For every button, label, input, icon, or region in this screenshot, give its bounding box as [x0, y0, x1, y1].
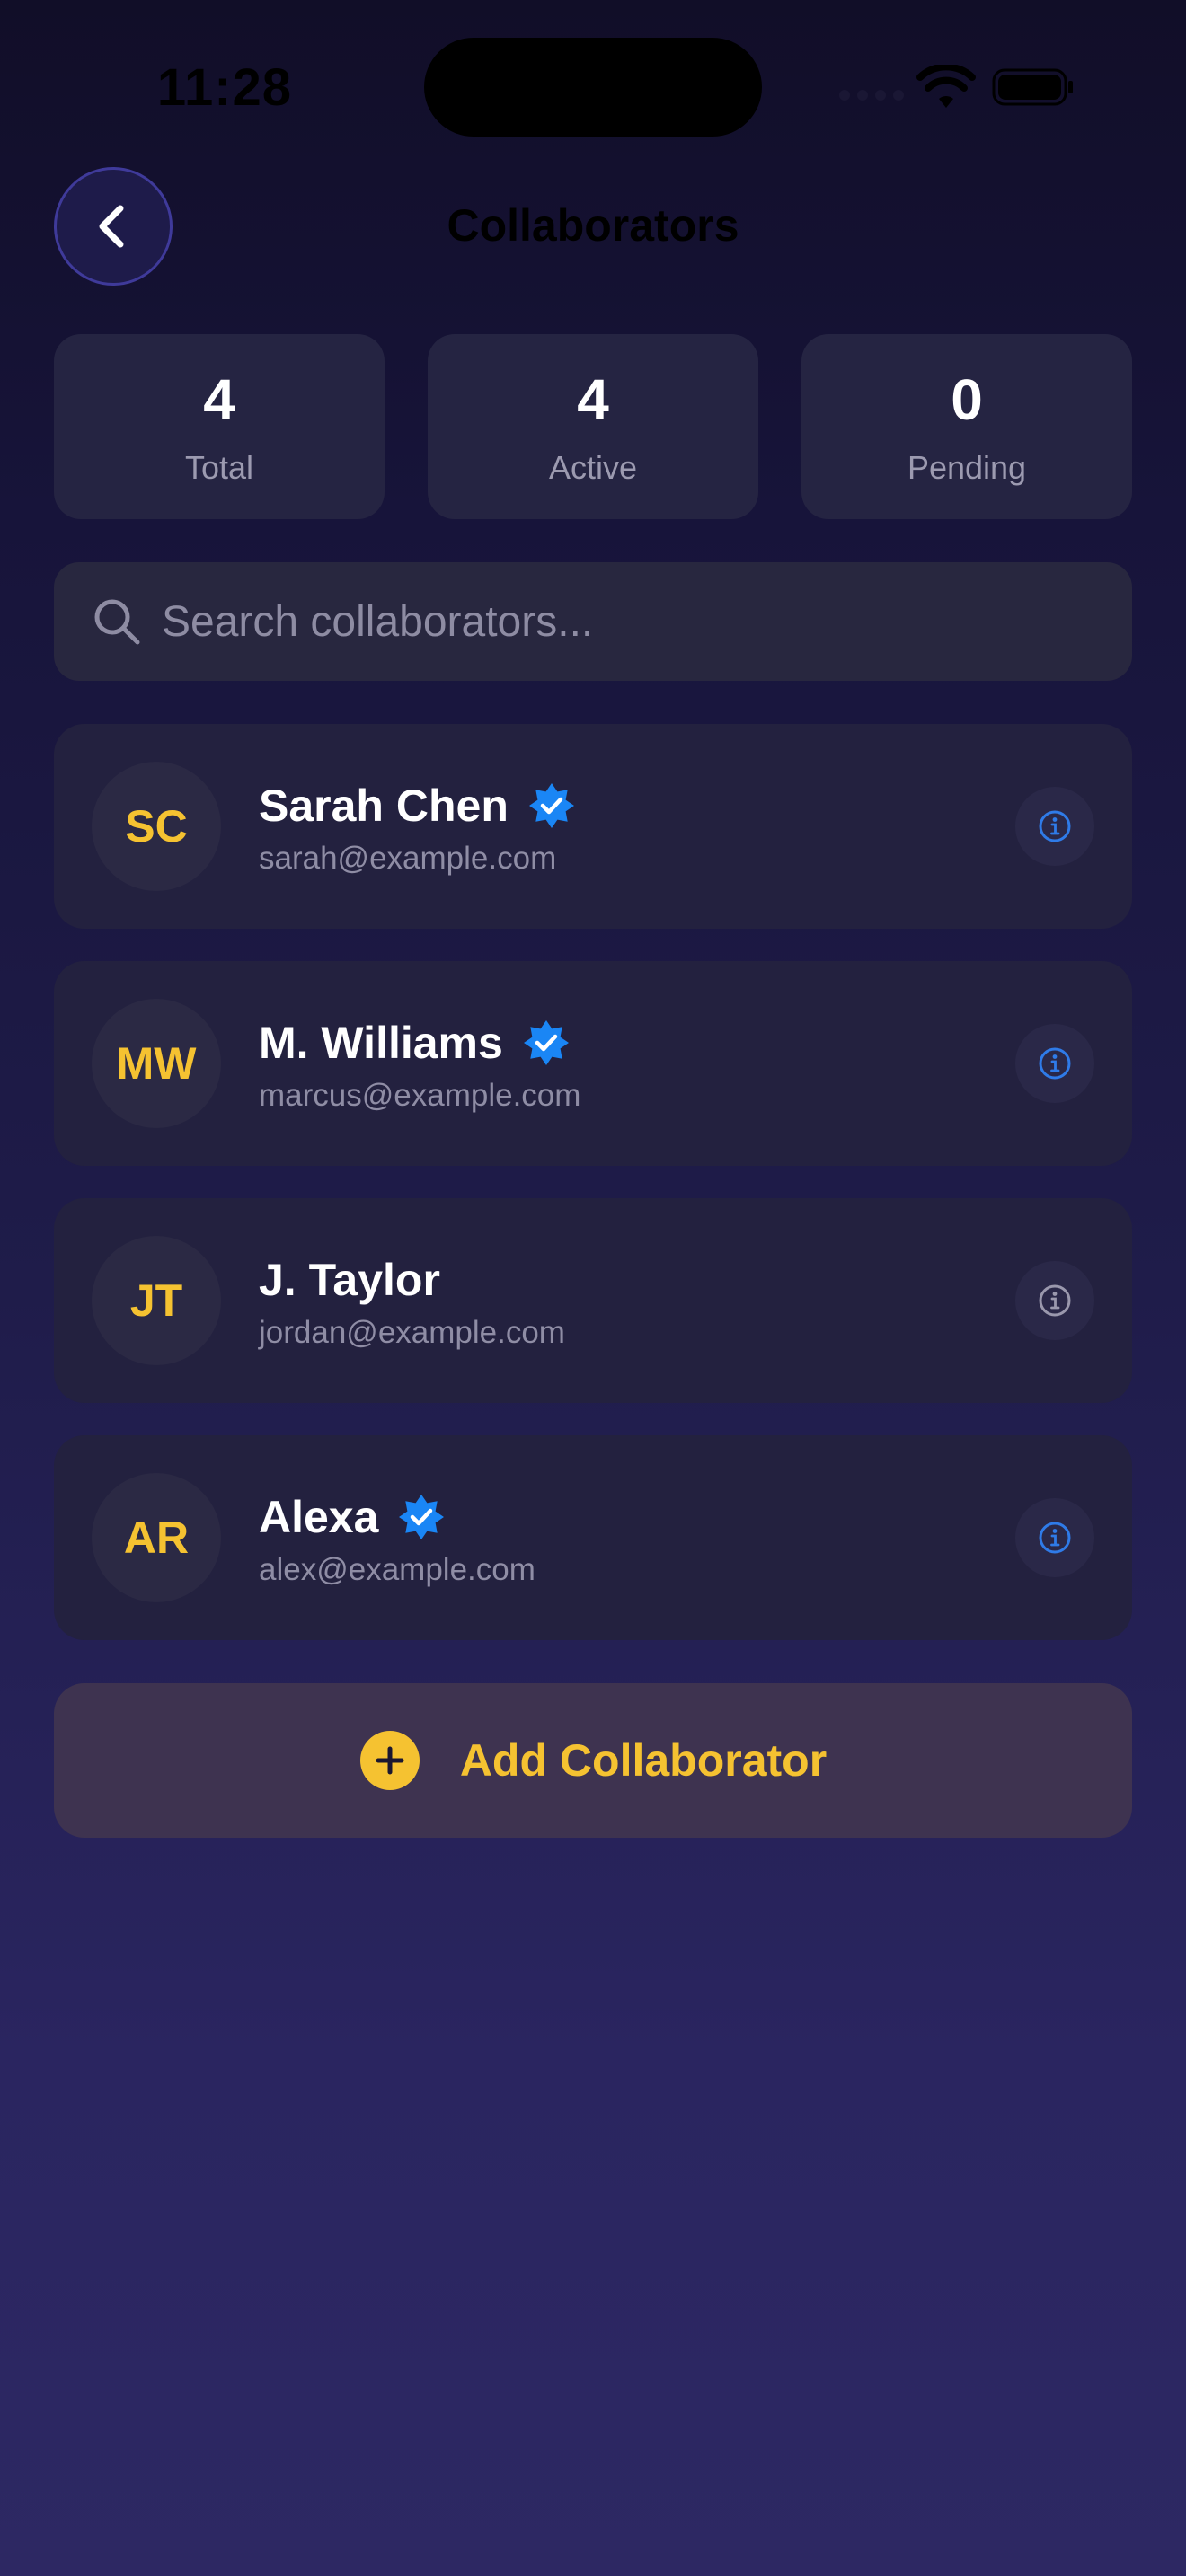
- info-icon: [1039, 1522, 1071, 1554]
- avatar: AR: [92, 1473, 221, 1602]
- stat-label: Active: [548, 449, 638, 486]
- cellular-signal-icon: [839, 90, 904, 101]
- verified-badge-icon: [528, 783, 574, 828]
- verified-badge-icon: [523, 1020, 569, 1065]
- collaborator-email: sarah@example.com: [259, 841, 557, 876]
- stat-value: 0: [951, 367, 983, 432]
- status-bar: 11:28: [0, 0, 1186, 171]
- info-button[interactable]: [1015, 1498, 1094, 1577]
- info-icon: [1039, 810, 1071, 842]
- avatar: MW: [92, 999, 221, 1128]
- name-row: M. Williams: [259, 1017, 570, 1069]
- stat-label: Total: [184, 449, 254, 486]
- avatar: JT: [92, 1236, 221, 1365]
- search-input[interactable]: [162, 562, 1096, 681]
- battery-icon: [992, 68, 1073, 106]
- stat-label: Pending: [907, 449, 1027, 486]
- name-row: Sarah Chen: [259, 780, 575, 832]
- info-icon: [1039, 1047, 1071, 1080]
- collaborator-name: Sarah Chen: [259, 781, 509, 831]
- status-time: 11:28: [156, 58, 293, 117]
- collaborator-name: Alexa: [259, 1492, 379, 1542]
- collaborator-name: J. Taylor: [259, 1255, 440, 1305]
- stat-card-pending: 0 Pending: [801, 334, 1132, 519]
- collaborator-card[interactable]: JT J. Taylor jordan@example.com: [54, 1198, 1132, 1403]
- collaborator-card[interactable]: MW M. Williams marcus@example.com: [54, 961, 1132, 1166]
- page-title: Collaborators: [447, 200, 739, 251]
- add-collaborator-label: Add Collaborator: [459, 1735, 828, 1786]
- collaborator-email: jordan@example.com: [259, 1315, 565, 1350]
- search-bar[interactable]: [54, 562, 1132, 681]
- name-row: J. Taylor: [259, 1254, 440, 1306]
- stat-card-active: 4 Active: [428, 334, 758, 519]
- wifi-icon: [916, 65, 976, 108]
- name-row: Alexa: [259, 1491, 445, 1543]
- stat-card-total: 4 Total: [54, 334, 385, 519]
- collaborator-email: marcus@example.com: [259, 1078, 581, 1113]
- info-button[interactable]: [1015, 1261, 1094, 1340]
- add-collaborator-button[interactable]: Add Collaborator: [54, 1683, 1132, 1838]
- info-icon: [1039, 1284, 1071, 1317]
- search-icon: [94, 599, 140, 645]
- stat-value: 4: [203, 367, 235, 432]
- info-button[interactable]: [1015, 787, 1094, 866]
- verified-badge-icon: [399, 1495, 445, 1539]
- info-button[interactable]: [1015, 1024, 1094, 1103]
- chevron-left-icon: [99, 205, 124, 248]
- collaborator-card[interactable]: AR Alexa alex@example.com: [54, 1435, 1132, 1640]
- collaborator-name: M. Williams: [259, 1018, 503, 1068]
- back-button[interactable]: [54, 167, 173, 286]
- avatar: SC: [92, 762, 221, 891]
- collaborator-email: alex@example.com: [259, 1552, 535, 1587]
- stat-value: 4: [577, 367, 609, 432]
- plus-circle-icon: [359, 1731, 420, 1790]
- collaborator-card[interactable]: SC Sarah Chen sarah@example.com: [54, 724, 1132, 929]
- dynamic-island: [424, 38, 762, 137]
